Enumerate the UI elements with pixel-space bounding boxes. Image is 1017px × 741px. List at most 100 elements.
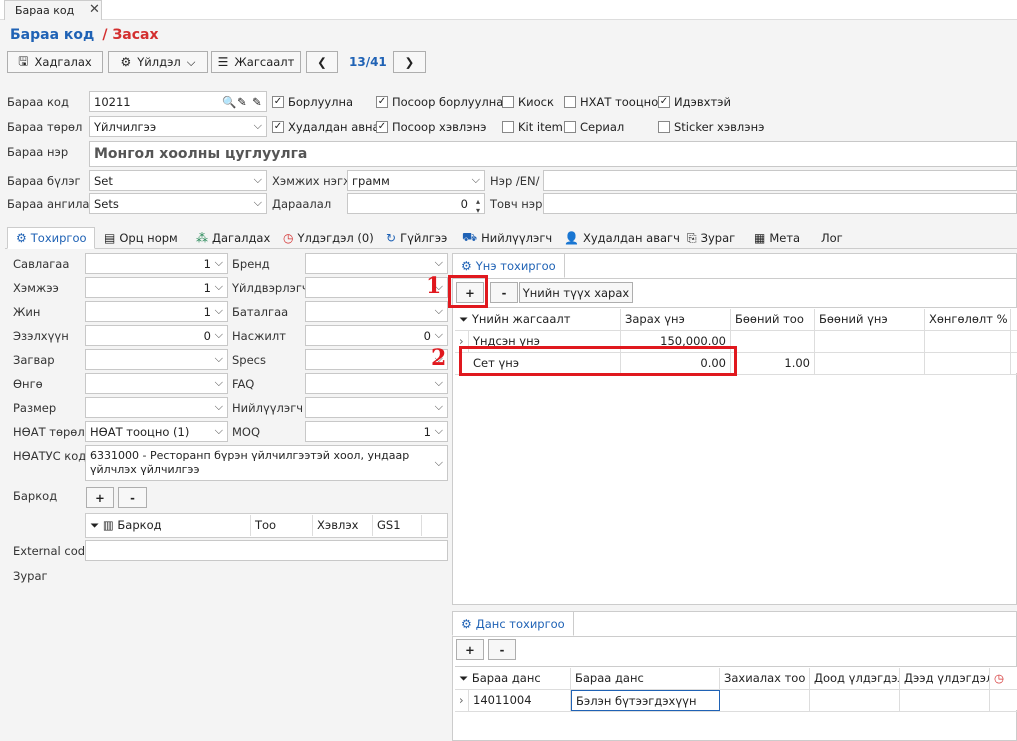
name-input[interactable]: Монгол хоолны цуглуулга [89, 141, 1017, 167]
barcode-icon: ▥ [102, 518, 114, 532]
specs-select[interactable]: ⌵ [305, 349, 448, 370]
save-button[interactable]: 🖫 Хадгалах [7, 51, 103, 73]
sold-pos-checkbox[interactable]: ✓ Посоор борлуулна [376, 95, 503, 109]
account-name-col-header[interactable]: Бараа данс [571, 668, 720, 689]
vat-checkbox[interactable]: НХАТ тооцно [564, 95, 658, 109]
price-row-discount[interactable] [925, 331, 1011, 352]
add-barcode-button[interactable]: + [86, 487, 114, 508]
brand-select[interactable]: ⌵ [305, 253, 448, 274]
close-icon[interactable]: ✕ [89, 2, 100, 17]
name-en-input[interactable] [543, 170, 1017, 191]
vat-type-select[interactable]: НӨАТ тооцно (1) ⌵ [85, 421, 228, 442]
tree-icon: ⁂ [196, 231, 208, 245]
tab-suppliers[interactable]: ⛟ Нийлүүлэгч [462, 227, 552, 249]
list-button[interactable]: ☰ Жагсаалт [211, 51, 301, 73]
discount-col-header[interactable]: Хөнгөлөлт % [925, 309, 1011, 330]
filter-icon[interactable]: ⏷ [459, 671, 468, 685]
short-name-input[interactable] [543, 193, 1017, 214]
size-stepper[interactable]: 1 ⌵ [85, 277, 228, 298]
remove-barcode-button[interactable]: - [118, 487, 147, 508]
tab-log[interactable]: Лог [821, 227, 843, 249]
price-row-discount[interactable] [925, 353, 1011, 374]
kiosk-checkbox[interactable]: Киоск [502, 95, 554, 109]
tab-accessories[interactable]: ⁂ Дагалдах [196, 227, 270, 249]
group-select[interactable]: Set ⌵ [89, 170, 267, 191]
wholesale-qty-col-header[interactable]: Бөөний тоо [731, 309, 815, 330]
remove-price-button[interactable]: - [490, 282, 518, 303]
order-qty-col-header[interactable]: Захиалах тоо [720, 668, 810, 689]
account-row-min[interactable] [810, 690, 900, 711]
tab-recipe[interactable]: ▤ Орц норм [104, 227, 178, 249]
gs1-col-header[interactable]: GS1 [373, 515, 422, 536]
barcode-col-header[interactable]: ⏷ ▥ Баркод [86, 515, 251, 536]
serial-checkbox[interactable]: Сериал [564, 120, 624, 134]
price-row-wholesale[interactable] [815, 331, 925, 352]
max-stock-col-header[interactable]: Дээд үлдэгдэл [900, 668, 990, 689]
wholesale-price-col-header[interactable]: Бөөний үнэ [815, 309, 925, 330]
age-stepper[interactable]: 0 ⌵ [305, 325, 448, 346]
active-checkbox[interactable]: ✓ Идэвхтэй [658, 95, 731, 109]
sticker-checkbox[interactable]: Sticker хэвлэнэ [658, 120, 764, 134]
sale-price-col-header[interactable]: Зарах үнэ [621, 309, 731, 330]
unit-select[interactable]: грамм ⌵ [347, 170, 485, 191]
row-expand-icon[interactable]: › [455, 690, 469, 711]
add-account-button[interactable]: + [456, 639, 484, 660]
account-row-max[interactable] [900, 690, 990, 711]
save-icon: 🖫 [18, 53, 29, 68]
tab-customers[interactable]: 👤 Худалдан авагч [564, 227, 680, 249]
tab-meta[interactable]: ▦ Мета [754, 227, 800, 249]
price-list-col-header[interactable]: ⏷ Үнийн жагсаалт [455, 309, 621, 330]
next-button[interactable]: ❯ [393, 51, 426, 73]
filter-icon[interactable]: ⏷ [459, 312, 468, 326]
tab-account-settings[interactable]: ⚙ Данс тохиргоо [452, 611, 574, 636]
age-value: 0 [423, 329, 431, 343]
kit-checkbox[interactable]: Kit item [502, 120, 563, 134]
consumed-pos-checkbox[interactable]: ✓ Посоор хэвлэнэ [376, 120, 486, 134]
account-grid: ⏷ Бараа данс Бараа данс Захиалах тоо Доо… [455, 666, 1017, 712]
dimension-select[interactable]: ⌵ [85, 397, 228, 418]
vatus-select[interactable]: 6331000 - Ресторанп бүрэн үйлчилгээтэй х… [85, 445, 448, 481]
gear-icon: ⚙ [461, 258, 472, 273]
pencil-icon[interactable]: ✎ [237, 95, 247, 109]
pack-stepper[interactable]: 1 ⌵ [85, 253, 228, 274]
type-select[interactable]: Үйлчилгээ ⌵ [89, 116, 267, 137]
tab-settings[interactable]: ⚙ Тохиргоо [7, 227, 95, 249]
warranty-select[interactable]: ⌵ [305, 301, 448, 322]
print-col-header[interactable]: Хэвлэх [313, 515, 373, 536]
supplier-select[interactable]: ⌵ [305, 397, 448, 418]
order-stepper[interactable]: 0 ▴ ▾ [347, 193, 485, 214]
account-row-name[interactable]: Бэлэн бүтээгдэхүүн [571, 690, 720, 711]
weight-stepper[interactable]: 1 ⌵ [85, 301, 228, 322]
moq-stepper[interactable]: 1 ⌵ [305, 421, 448, 442]
bought-checkbox[interactable]: ✓ Худалдан авна [272, 120, 380, 134]
barcode-label: Баркод [13, 489, 58, 503]
model-select[interactable]: ⌵ [85, 349, 228, 370]
tab-transactions[interactable]: ↻ Гүйлгээ [386, 227, 447, 249]
account-row-code[interactable]: 14011004 [469, 690, 571, 711]
color-select[interactable]: ⌵ [85, 373, 228, 394]
search-icon[interactable]: 🔍 [222, 95, 236, 109]
price-row-qty[interactable] [731, 331, 815, 352]
filter-icon[interactable]: ⏷ [90, 518, 99, 532]
qty-col-header[interactable]: Тоо [251, 515, 313, 536]
action-button[interactable]: ⚙ Үйлдэл ⌵ [108, 51, 208, 73]
category-select[interactable]: Sets ⌵ [89, 193, 267, 214]
account-code-col-header[interactable]: ⏷ Бараа данс [455, 668, 571, 689]
tab-images[interactable]: ⎘ Зураг [687, 227, 735, 249]
faq-select[interactable]: ⌵ [305, 373, 448, 394]
tab-stock[interactable]: ◷ Үлдэгдэл (0) [283, 227, 374, 249]
price-row-qty[interactable]: 1.00 [731, 353, 815, 374]
document-tab[interactable]: Бараа код ✕ [4, 0, 102, 20]
remove-account-button[interactable]: - [488, 639, 516, 660]
min-stock-col-header[interactable]: Доод үлдэгдэл [810, 668, 900, 689]
prev-button[interactable]: ❮ [306, 51, 338, 73]
code-input[interactable]: 10211 🔍 ✎ ✎ [89, 91, 267, 112]
account-row-order-qty[interactable] [720, 690, 810, 711]
pencil-icon[interactable]: ✎ [252, 95, 262, 109]
sold-checkbox[interactable]: ✓ Борлуулна [272, 95, 353, 109]
external-code-input[interactable] [85, 540, 448, 561]
price-row-wholesale[interactable] [815, 353, 925, 374]
price-history-button[interactable]: Үнийн түүх харах [519, 282, 633, 303]
volume-stepper[interactable]: 0 ⌵ [85, 325, 228, 346]
stepper-icon[interactable]: ▴ ▾ [476, 197, 480, 213]
